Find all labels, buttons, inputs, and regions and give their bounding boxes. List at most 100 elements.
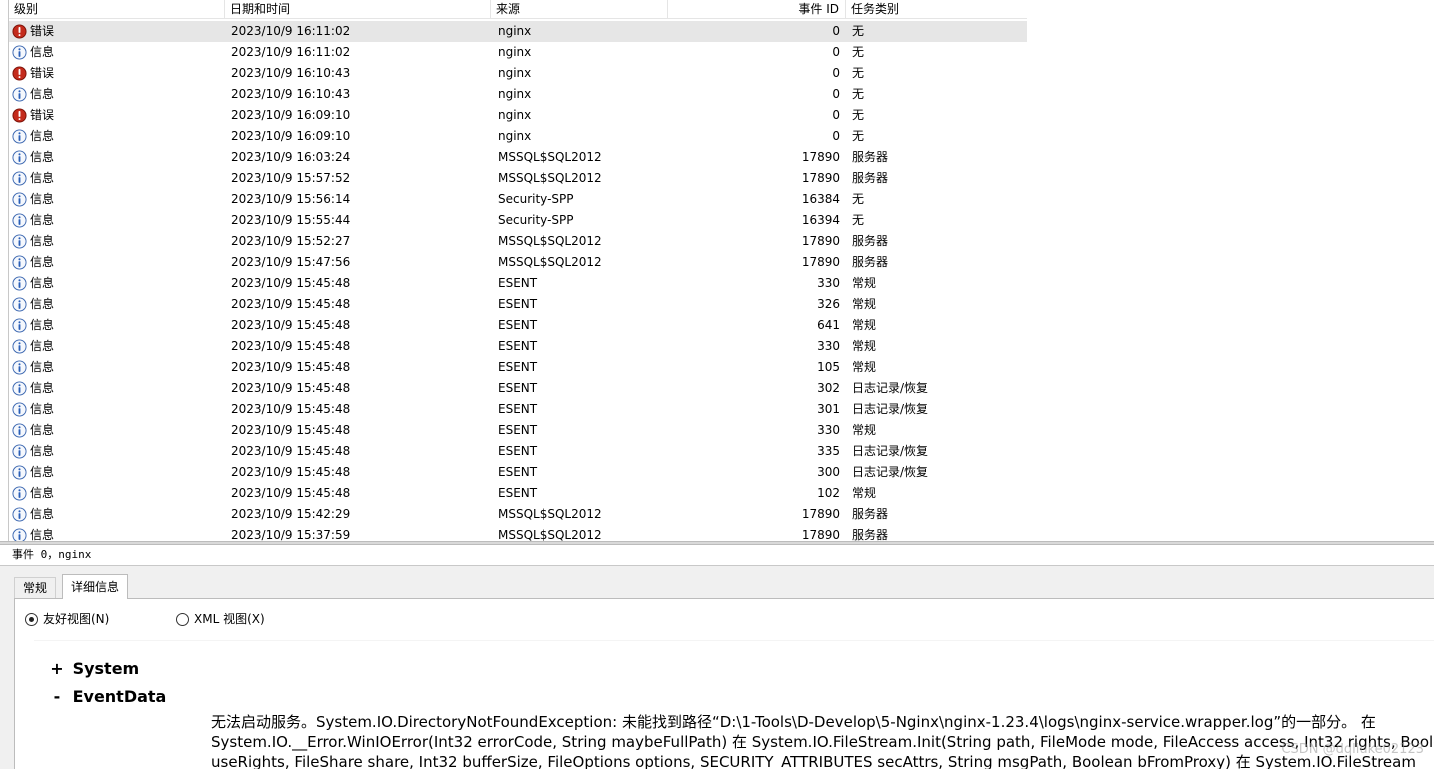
event-id-cell: 330 bbox=[817, 276, 840, 290]
table-row[interactable]: 信息 2023/10/9 16:09:10 nginx 0 无 bbox=[9, 126, 1027, 147]
date-cell: 2023/10/9 16:09:10 bbox=[231, 108, 351, 122]
category-cell: 服务器 bbox=[852, 150, 889, 164]
error-icon bbox=[12, 66, 27, 81]
table-row[interactable]: 信息 2023/10/9 15:37:59 MSSQL$SQL2012 17890 服务… bbox=[9, 525, 1027, 541]
table-row[interactable]: 信息 2023/10/9 15:57:52 MSSQL$SQL2012 17890 服务… bbox=[9, 168, 1027, 189]
category-cell: 常规 bbox=[852, 318, 877, 332]
level-text: 信息 bbox=[30, 528, 55, 541]
level-cell: 信息 bbox=[12, 252, 224, 273]
source-cell: MSSQL$SQL2012 bbox=[498, 150, 602, 164]
table-row[interactable]: 信息 2023/10/9 15:45:48 ESENT 102 常规 bbox=[9, 483, 1027, 504]
table-row[interactable]: 信息 2023/10/9 15:47:56 MSSQL$SQL2012 17890 服务… bbox=[9, 252, 1027, 273]
column-header-level[interactable]: 级别 bbox=[9, 0, 225, 19]
table-row[interactable]: 错误 2023/10/9 16:10:43 nginx 0 无 bbox=[9, 63, 1027, 84]
level-cell: 信息 bbox=[12, 336, 224, 357]
level-text: 信息 bbox=[30, 171, 55, 185]
level-cell: 信息 bbox=[12, 357, 224, 378]
table-row[interactable]: 信息 2023/10/9 15:45:48 ESENT 301 日志记录/恢复 bbox=[9, 399, 1027, 420]
event-id-cell: 300 bbox=[817, 465, 840, 479]
category-cell: 无 bbox=[852, 192, 865, 206]
level-cell: 信息 bbox=[12, 147, 224, 168]
table-row[interactable]: 错误 2023/10/9 16:09:10 nginx 0 无 bbox=[9, 105, 1027, 126]
category-cell: 常规 bbox=[852, 297, 877, 311]
table-row[interactable]: 信息 2023/10/9 15:55:44 Security-SPP 16394 无 bbox=[9, 210, 1027, 231]
event-rows: 错误 2023/10/9 16:11:02 nginx 0 无信息 2023/10/9 1… bbox=[9, 21, 1027, 541]
source-cell: MSSQL$SQL2012 bbox=[498, 171, 602, 185]
level-text: 信息 bbox=[30, 150, 55, 164]
level-text: 信息 bbox=[30, 129, 55, 143]
expand-toggle[interactable]: + bbox=[48, 658, 66, 680]
table-row[interactable]: 信息 2023/10/9 15:45:48 ESENT 330 常规 bbox=[9, 420, 1027, 441]
event-text-line: 无法启动服务。System.IO.DirectoryNotFoundExcept… bbox=[211, 713, 1376, 731]
info-icon bbox=[12, 360, 27, 375]
event-id-cell: 0 bbox=[832, 87, 840, 101]
date-cell: 2023/10/9 15:56:14 bbox=[231, 192, 351, 206]
table-row[interactable]: 信息 2023/10/9 15:45:48 ESENT 330 常规 bbox=[9, 336, 1027, 357]
source-cell: ESENT bbox=[498, 339, 538, 353]
level-cell: 信息 bbox=[12, 126, 224, 147]
table-row[interactable]: 信息 2023/10/9 15:45:48 ESENT 300 日志记录/恢复 bbox=[9, 462, 1027, 483]
watermark: CSDN @dqliuke02123 bbox=[1281, 742, 1424, 757]
table-row[interactable]: 信息 2023/10/9 16:10:43 nginx 0 无 bbox=[9, 84, 1027, 105]
xml-view-label: XML 视图(X) bbox=[194, 612, 265, 626]
level-cell: 信息 bbox=[12, 84, 224, 105]
event-id-cell: 0 bbox=[832, 108, 840, 122]
table-row[interactable]: 信息 2023/10/9 15:45:48 ESENT 641 常规 bbox=[9, 315, 1027, 336]
table-row[interactable]: 信息 2023/10/9 15:45:48 ESENT 335 日志记录/恢复 bbox=[9, 441, 1027, 462]
level-text: 信息 bbox=[30, 339, 55, 353]
category-cell: 无 bbox=[852, 24, 865, 38]
table-row[interactable]: 信息 2023/10/9 15:45:48 ESENT 330 常规 bbox=[9, 273, 1027, 294]
category-cell: 日志记录/恢复 bbox=[852, 444, 929, 458]
table-row[interactable]: 信息 2023/10/9 15:45:48 ESENT 302 日志记录/恢复 bbox=[9, 378, 1027, 399]
table-row[interactable]: 信息 2023/10/9 15:45:48 ESENT 105 常规 bbox=[9, 357, 1027, 378]
level-text: 信息 bbox=[30, 255, 55, 269]
source-cell: nginx bbox=[498, 24, 532, 38]
table-row[interactable]: 信息 2023/10/9 15:45:48 ESENT 326 常规 bbox=[9, 294, 1027, 315]
table-row[interactable]: 信息 2023/10/9 16:11:02 nginx 0 无 bbox=[9, 42, 1027, 63]
source-cell: MSSQL$SQL2012 bbox=[498, 255, 602, 269]
event-id-cell: 302 bbox=[817, 381, 840, 395]
table-row[interactable]: 错误 2023/10/9 16:11:02 nginx 0 无 bbox=[9, 21, 1027, 42]
event-id-cell: 17890 bbox=[801, 528, 840, 541]
source-cell: MSSQL$SQL2012 bbox=[498, 507, 602, 521]
tree-node-eventdata[interactable]: - EventData bbox=[48, 686, 167, 708]
category-cell: 无 bbox=[852, 129, 865, 143]
friendly-view-radio[interactable] bbox=[25, 613, 38, 626]
event-id-cell: 0 bbox=[832, 129, 840, 143]
level-text: 信息 bbox=[30, 402, 55, 416]
info-icon bbox=[12, 465, 27, 480]
collapse-toggle[interactable]: - bbox=[48, 686, 66, 708]
event-id-cell: 16384 bbox=[801, 192, 840, 206]
level-cell: 信息 bbox=[12, 210, 224, 231]
source-cell: ESENT bbox=[498, 381, 538, 395]
event-text-line: useRights, FileShare share, Int32 buffer… bbox=[211, 753, 1416, 769]
date-cell: 2023/10/9 15:37:59 bbox=[231, 528, 351, 541]
date-cell: 2023/10/9 15:57:52 bbox=[231, 171, 351, 185]
category-cell: 服务器 bbox=[852, 234, 889, 248]
table-row[interactable]: 信息 2023/10/9 15:42:29 MSSQL$SQL2012 17890 服务… bbox=[9, 504, 1027, 525]
info-icon bbox=[12, 276, 27, 291]
column-header-source[interactable]: 来源 bbox=[491, 0, 668, 19]
category-cell: 日志记录/恢复 bbox=[852, 402, 929, 416]
table-row[interactable]: 信息 2023/10/9 16:03:24 MSSQL$SQL2012 17890 服务… bbox=[9, 147, 1027, 168]
tab-details[interactable]: 详细信息 bbox=[62, 574, 129, 599]
info-icon bbox=[12, 255, 27, 270]
category-cell: 常规 bbox=[852, 486, 877, 500]
table-row[interactable]: 信息 2023/10/9 15:56:14 Security-SPP 16384 无 bbox=[9, 189, 1027, 210]
level-cell: 错误 bbox=[12, 105, 224, 126]
date-cell: 2023/10/9 15:45:48 bbox=[231, 339, 351, 353]
info-icon bbox=[12, 171, 27, 186]
level-text: 信息 bbox=[30, 318, 55, 332]
info-icon bbox=[12, 339, 27, 354]
event-text-line: System.IO.__Error.WinIOError(Int32 error… bbox=[211, 733, 1434, 751]
column-header-date[interactable]: 日期和时间 bbox=[225, 0, 491, 19]
event-id-cell: 0 bbox=[832, 66, 840, 80]
tree-node-system[interactable]: + System bbox=[48, 658, 139, 680]
column-header-category[interactable]: 任务类别 bbox=[846, 0, 1027, 19]
info-icon bbox=[12, 150, 27, 165]
column-header-event-id[interactable]: 事件 ID bbox=[668, 0, 846, 19]
info-icon bbox=[12, 297, 27, 312]
xml-view-radio[interactable] bbox=[176, 613, 189, 626]
table-row[interactable]: 信息 2023/10/9 15:52:27 MSSQL$SQL2012 17890 服务… bbox=[9, 231, 1027, 252]
tab-general[interactable]: 常规 bbox=[14, 577, 57, 598]
